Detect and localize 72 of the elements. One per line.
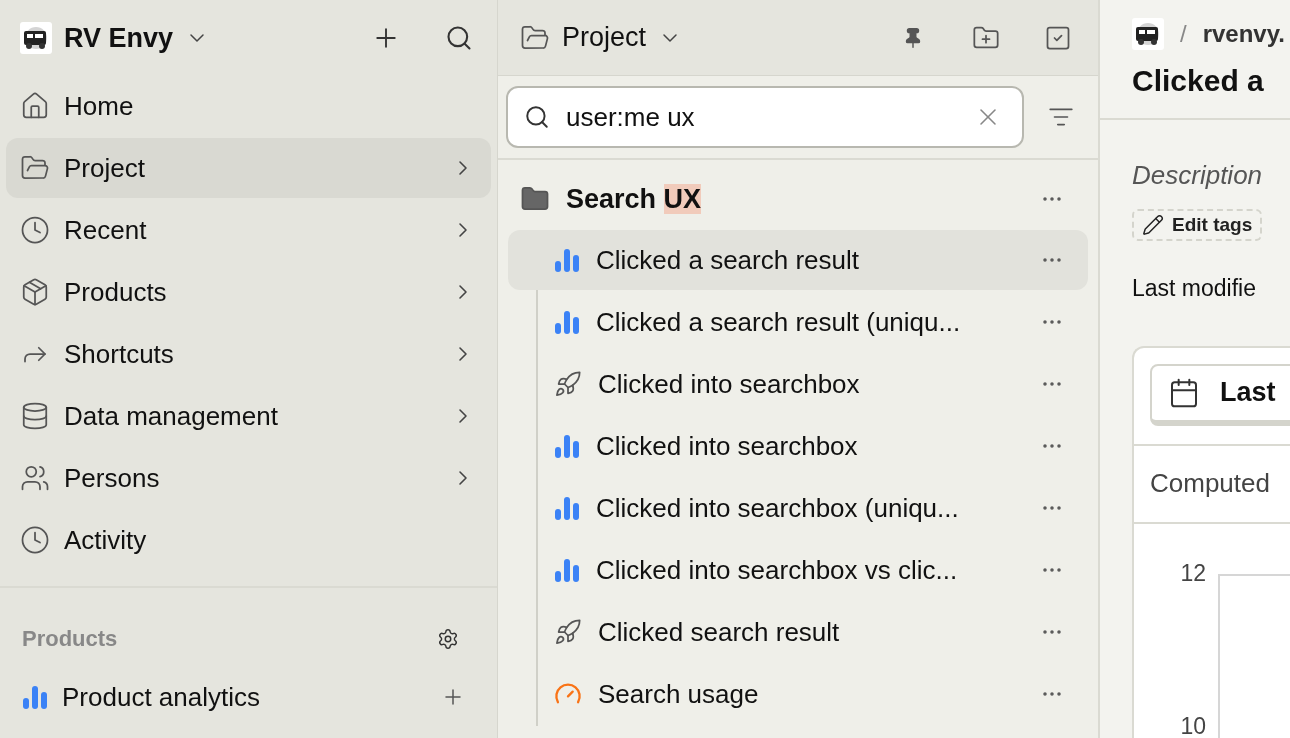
database-icon bbox=[20, 401, 50, 431]
calendar-icon bbox=[1168, 376, 1200, 409]
clock-icon bbox=[20, 525, 50, 555]
sidebar-item[interactable]: Home bbox=[6, 76, 491, 136]
bar-chart-icon bbox=[554, 434, 580, 458]
item-label: Clicked search result bbox=[598, 615, 841, 649]
sidebar-label: Project bbox=[64, 151, 146, 185]
sidebar-label: Products bbox=[64, 275, 168, 309]
rv-logo-icon bbox=[20, 22, 52, 54]
item-label: Clicked a search result bbox=[596, 243, 860, 277]
list-item[interactable]: Clicked into searchbox (uniqu... bbox=[508, 478, 1088, 538]
sidebar-item[interactable]: Persons bbox=[6, 448, 491, 508]
item-label: Clicked a search result (uniqu... bbox=[596, 305, 962, 339]
product-item[interactable]: Product analytics bbox=[0, 667, 497, 727]
pencil-icon bbox=[1142, 214, 1164, 236]
bar-chart-icon bbox=[554, 496, 580, 520]
list-item[interactable]: Clicked into searchbox vs clic... bbox=[508, 540, 1088, 600]
sidebar-item[interactable]: Data management bbox=[6, 386, 491, 446]
sidebar-item[interactable]: Recent bbox=[6, 200, 491, 260]
sidebar-item[interactable]: Products bbox=[6, 262, 491, 322]
folder-name: Search UX bbox=[566, 182, 703, 216]
list-item[interactable]: Clicked search result bbox=[508, 602, 1088, 662]
list-item[interactable]: Clicked into searchbox bbox=[508, 416, 1088, 476]
clock-icon bbox=[20, 215, 50, 245]
rocket-icon bbox=[554, 370, 582, 398]
item-label: Clicked into searchbox vs clic... bbox=[596, 553, 959, 587]
last-modified: Last modifie bbox=[1132, 274, 1256, 303]
search-icon bbox=[524, 104, 550, 130]
sidebar-item[interactable]: Activity bbox=[6, 510, 491, 570]
rocket-icon bbox=[554, 618, 582, 646]
axis-tick-label: 12 bbox=[1180, 561, 1206, 585]
sidebar-item[interactable]: Project bbox=[6, 138, 491, 198]
panel-title[interactable]: Project bbox=[562, 17, 647, 58]
sidebar-label: Recent bbox=[64, 213, 148, 247]
sidebar-label: Shortcuts bbox=[64, 337, 175, 371]
folder-row[interactable]: Search UX bbox=[508, 168, 1088, 230]
item-label: Clicked into searchbox bbox=[598, 367, 861, 401]
project-name[interactable]: RV Envy bbox=[64, 17, 174, 59]
search-icon[interactable] bbox=[445, 24, 473, 52]
users-icon bbox=[20, 463, 50, 493]
package-icon bbox=[20, 277, 50, 307]
breadcrumb[interactable]: rvenvy. bbox=[1202, 16, 1285, 52]
search-box[interactable]: user:me ux bbox=[506, 86, 1024, 148]
axis-tick-label: 10 bbox=[1180, 715, 1206, 738]
description-placeholder[interactable]: Description bbox=[1132, 156, 1263, 195]
sidebar-label: Activity bbox=[64, 523, 148, 557]
date-range-button[interactable]: Last bbox=[1150, 363, 1290, 426]
sidebar-label: Persons bbox=[64, 461, 161, 495]
item-label: Clicked into searchbox bbox=[596, 429, 859, 463]
bar-chart-icon bbox=[554, 558, 580, 582]
sidebar-label: Data management bbox=[64, 399, 279, 433]
product-label: Product analytics bbox=[62, 680, 261, 714]
sidebar-item[interactable]: Shortcuts bbox=[6, 324, 491, 384]
computed-text: Computed bbox=[1150, 467, 1270, 500]
breadcrumb-separator: / bbox=[1180, 19, 1187, 49]
search-input[interactable]: user:me ux bbox=[566, 97, 958, 137]
item-label: Clicked into searchbox (uniqu... bbox=[596, 491, 960, 525]
settings-icon[interactable] bbox=[437, 627, 459, 650]
rv-logo-icon bbox=[1132, 18, 1164, 50]
home-icon bbox=[20, 91, 50, 121]
bar-chart-icon bbox=[22, 685, 48, 709]
list-item[interactable]: Clicked into searchbox bbox=[508, 354, 1088, 414]
list-item[interactable]: Search usage bbox=[508, 664, 1088, 724]
bar-chart-icon bbox=[554, 310, 580, 334]
list-item[interactable]: Clicked a search result bbox=[508, 230, 1088, 290]
item-label: Search usage bbox=[598, 677, 760, 711]
sidebar-label: Home bbox=[64, 89, 135, 123]
section-heading: Products bbox=[22, 625, 119, 653]
edit-tags-button[interactable]: Edit tags bbox=[1132, 209, 1263, 241]
insight-title: Clicked a bbox=[1132, 63, 1265, 99]
list-item[interactable]: Clicked a search result (uniqu... bbox=[508, 292, 1088, 352]
bar-chart-icon bbox=[554, 248, 580, 272]
